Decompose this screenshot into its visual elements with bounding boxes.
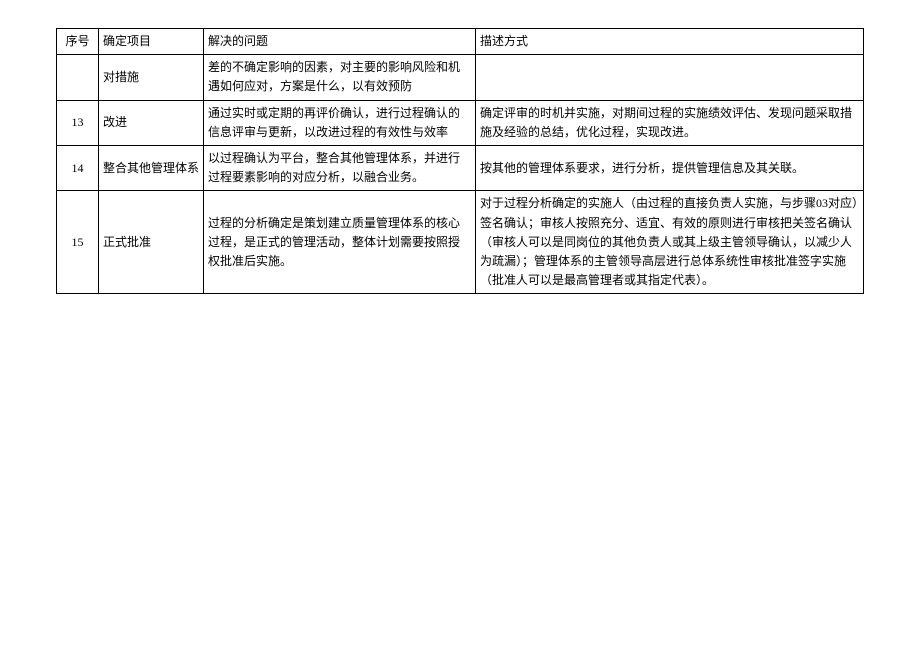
table-row: 13 改进 通过实时或定期的再评价确认，进行过程确认的信息评审与更新，以改进过程… [57,100,864,145]
header-item: 确定项目 [99,29,204,55]
table-header-row: 序号 确定项目 解决的问题 描述方式 [57,29,864,55]
table-row: 对措施 差的不确定影响的因素，对主要的影响风险和机遇如何应对，方案是什么，以有效… [57,55,864,100]
table-row: 15 正式批准 过程的分析确定是策划建立质量管理体系的核心过程，是正式的管理活动… [57,191,864,294]
cell-item: 整合其他管理体系 [99,145,204,190]
cell-num: 15 [57,191,99,294]
cell-desc: 确定评审的时机并实施，对期间过程的实施绩效评估、发现问题采取措施及经验的总结，优… [476,100,864,145]
cell-num: 13 [57,100,99,145]
cell-num [57,55,99,100]
cell-desc: 按其他的管理体系要求，进行分析，提供管理信息及其关联。 [476,145,864,190]
cell-desc: 对于过程分析确定的实施人（由过程的直接负责人实施，与步骤03对应）签名确认；审核… [476,191,864,294]
cell-item: 改进 [99,100,204,145]
cell-item: 对措施 [99,55,204,100]
document-table: 序号 确定项目 解决的问题 描述方式 对措施 差的不确定影响的因素，对主要的影响… [56,28,864,294]
header-num: 序号 [57,29,99,55]
table-row: 14 整合其他管理体系 以过程确认为平台，整合其他管理体系，并进行过程要素影响的… [57,145,864,190]
cell-problem: 以过程确认为平台，整合其他管理体系，并进行过程要素影响的对应分析，以融合业务。 [204,145,476,190]
cell-desc [476,55,864,100]
header-problem: 解决的问题 [204,29,476,55]
cell-num: 14 [57,145,99,190]
cell-item: 正式批准 [99,191,204,294]
header-desc: 描述方式 [476,29,864,55]
cell-problem: 差的不确定影响的因素，对主要的影响风险和机遇如何应对，方案是什么，以有效预防 [204,55,476,100]
cell-problem: 过程的分析确定是策划建立质量管理体系的核心过程，是正式的管理活动，整体计划需要按… [204,191,476,294]
cell-problem: 通过实时或定期的再评价确认，进行过程确认的信息评审与更新，以改进过程的有效性与效… [204,100,476,145]
